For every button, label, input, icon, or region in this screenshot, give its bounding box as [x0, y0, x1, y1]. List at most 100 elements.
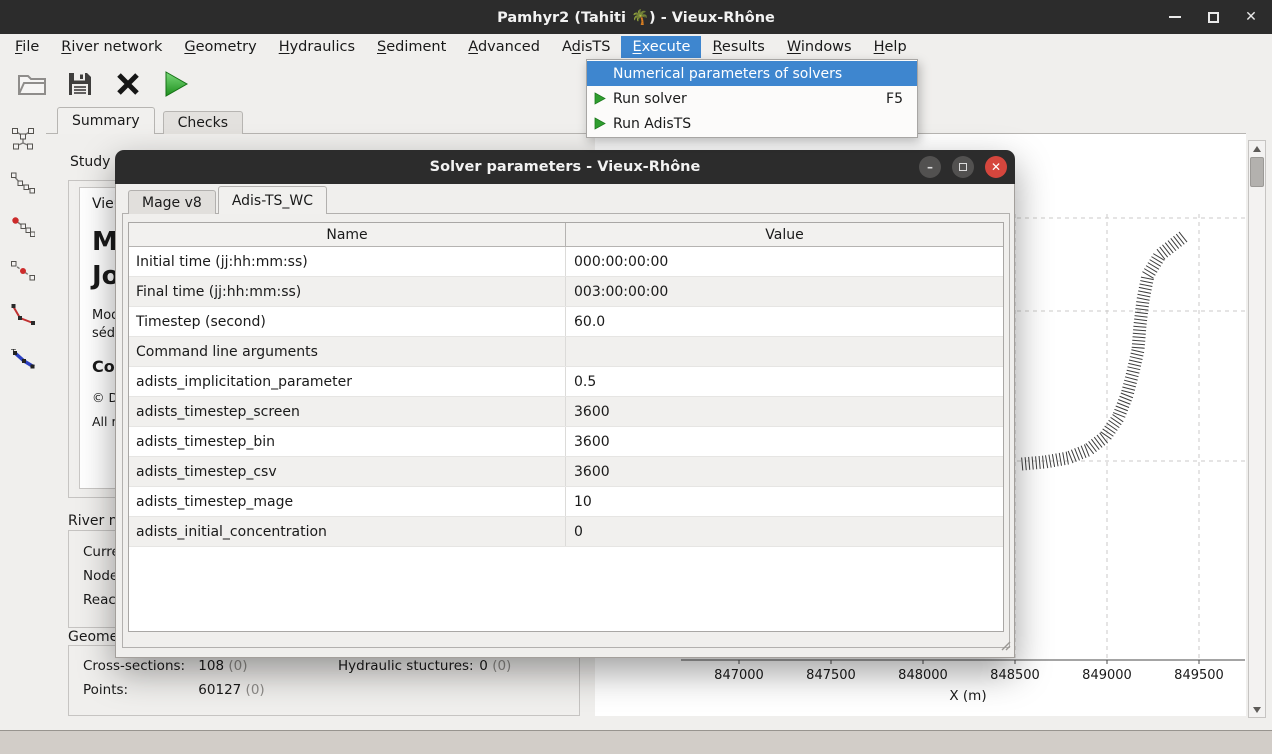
dialog-maximize-button[interactable]	[952, 156, 974, 178]
river-network-icon	[11, 127, 35, 151]
menubar-item-river-network[interactable]: River network	[50, 36, 173, 58]
close-button[interactable]	[108, 64, 148, 104]
param-value[interactable]: 0.5	[566, 367, 1003, 396]
cross-sections-stat: Cross-sections: 108 (0)	[83, 658, 248, 674]
close-button[interactable]: ✕	[1240, 6, 1262, 28]
param-value[interactable]: 3600	[566, 457, 1003, 486]
svg-text:849500: 849500	[1174, 668, 1224, 683]
run-button[interactable]	[156, 64, 196, 104]
dialog-titlebar[interactable]: Solver parameters - Vieux-Rhône – ✕	[115, 150, 1015, 184]
structures-stat: Hydraulic stuctures: 0 (0)	[338, 658, 511, 674]
run-icon	[163, 70, 189, 98]
param-value[interactable]: 10	[566, 487, 1003, 516]
open-folder-icon	[17, 71, 47, 97]
minimize-icon	[1169, 16, 1181, 18]
open-folder-button[interactable]	[12, 64, 52, 104]
table-row[interactable]: adists_timestep_mage10	[129, 487, 1003, 517]
param-value[interactable]	[566, 337, 1003, 366]
scrollbar-thumb[interactable]	[1250, 157, 1264, 187]
svg-text:848000: 848000	[898, 668, 948, 683]
minimize-button[interactable]	[1164, 6, 1186, 28]
resize-grip-icon[interactable]	[1000, 639, 1011, 655]
dialog-close-button[interactable]: ✕	[985, 156, 1007, 178]
menubar-item-execute[interactable]: Execute	[621, 36, 701, 58]
scroll-down-button[interactable]	[1249, 702, 1265, 717]
menubar-item-file[interactable]: File	[4, 36, 50, 58]
menubar: FileRiver networkGeometryHydraulicsSedim…	[0, 34, 1272, 60]
profile-button[interactable]	[9, 169, 37, 197]
points-stat: Points: 60127 (0)	[83, 682, 265, 698]
river-network-label: River n	[68, 513, 118, 529]
menu-item-run-solver[interactable]: Run solverF5	[587, 86, 917, 111]
interpolate-icon	[11, 259, 35, 283]
param-value[interactable]: 3600	[566, 397, 1003, 426]
table-row[interactable]: adists_timestep_bin3600	[129, 427, 1003, 457]
vertical-scrollbar[interactable]	[1248, 140, 1266, 718]
param-name: Final time (jj:hh:mm:ss)	[129, 277, 566, 306]
param-value[interactable]: 000:00:00:00	[566, 247, 1003, 276]
side-toolbar: T	[0, 107, 46, 731]
points-suffix: (0)	[246, 682, 265, 698]
table-row[interactable]: Timestep (second)60.0	[129, 307, 1003, 337]
close-icon	[115, 71, 141, 97]
dialog-tab-mage-v8[interactable]: Mage v8	[128, 190, 216, 214]
geometry-label: Geome	[68, 629, 118, 645]
table-row[interactable]: adists_timestep_screen3600	[129, 397, 1003, 427]
maximize-button[interactable]	[1202, 6, 1224, 28]
parameters-table: NameValue Initial time (jj:hh:mm:ss)000:…	[128, 222, 1004, 632]
table-row[interactable]: Initial time (jj:hh:mm:ss)000:00:00:00	[129, 247, 1003, 277]
study-label: Study	[70, 154, 110, 170]
interpolate-button[interactable]	[9, 257, 37, 285]
tab-checks[interactable]: Checks	[163, 111, 243, 134]
close-icon: ✕	[1245, 10, 1257, 24]
menu-item-run-adists[interactable]: Run AdisTS	[587, 111, 917, 136]
param-value[interactable]: 60.0	[566, 307, 1003, 336]
update-network-button[interactable]	[9, 213, 37, 241]
table-row[interactable]: Command line arguments	[129, 337, 1003, 367]
menubar-item-hydraulics[interactable]: Hydraulics	[268, 36, 366, 58]
minimize-icon: –	[927, 161, 933, 173]
tab-summary[interactable]: Summary	[57, 107, 155, 134]
window-title: Pamhyr2 (Tahiti 🌴) - Vieux-Rhône	[497, 9, 775, 26]
slope-button[interactable]	[9, 301, 37, 329]
param-name: adists_initial_concentration	[129, 517, 566, 546]
menu-item-label: Run AdisTS	[610, 116, 917, 132]
dialog-tab-adis-ts-wc[interactable]: Adis-TS_WC	[218, 186, 327, 214]
menu-item-shortcut: F5	[886, 91, 917, 107]
structures-suffix: (0)	[492, 658, 511, 674]
menubar-item-windows[interactable]: Windows	[776, 36, 863, 58]
desktop: Pamhyr2 (Tahiti 🌴) - Vieux-Rhône ✕ FileR…	[0, 0, 1272, 754]
param-name: adists_implicitation_parameter	[129, 367, 566, 396]
param-value[interactable]: 3600	[566, 427, 1003, 456]
dialog-minimize-button[interactable]: –	[919, 156, 941, 178]
menubar-item-advanced[interactable]: Advanced	[457, 36, 551, 58]
svg-text:847000: 847000	[714, 668, 764, 683]
table-row[interactable]: adists_implicitation_parameter0.5	[129, 367, 1003, 397]
table-row[interactable]: Final time (jj:hh:mm:ss)003:00:00:00	[129, 277, 1003, 307]
param-name: adists_timestep_csv	[129, 457, 566, 486]
translate-button[interactable]: T	[9, 345, 37, 373]
menubar-item-geometry[interactable]: Geometry	[173, 36, 267, 58]
menu-item-numerical-parameters-of-solvers[interactable]: Numerical parameters of solvers	[587, 61, 917, 86]
table-row[interactable]: adists_timestep_csv3600	[129, 457, 1003, 487]
column-header-name[interactable]: Name	[129, 223, 566, 246]
param-table-header: NameValue	[129, 223, 1003, 247]
menubar-item-help[interactable]: Help	[863, 36, 918, 58]
param-value[interactable]: 0	[566, 517, 1003, 546]
menubar-item-results[interactable]: Results	[701, 36, 775, 58]
scroll-up-button[interactable]	[1249, 141, 1265, 156]
param-name: adists_timestep_screen	[129, 397, 566, 426]
menubar-item-adists[interactable]: AdisTS	[551, 36, 622, 58]
river-network-button[interactable]	[9, 125, 37, 153]
window-titlebar[interactable]: Pamhyr2 (Tahiti 🌴) - Vieux-Rhône ✕	[0, 0, 1272, 34]
table-row[interactable]: adists_initial_concentration0	[129, 517, 1003, 547]
column-header-value[interactable]: Value	[566, 223, 1003, 246]
profile-icon	[11, 171, 35, 195]
structures-value: 0	[479, 658, 488, 674]
update-network-icon	[11, 215, 35, 239]
param-value[interactable]: 003:00:00:00	[566, 277, 1003, 306]
maximize-icon	[1208, 12, 1219, 23]
save-button[interactable]	[60, 64, 100, 104]
slope-icon	[11, 303, 35, 327]
menubar-item-sediment[interactable]: Sediment	[366, 36, 457, 58]
